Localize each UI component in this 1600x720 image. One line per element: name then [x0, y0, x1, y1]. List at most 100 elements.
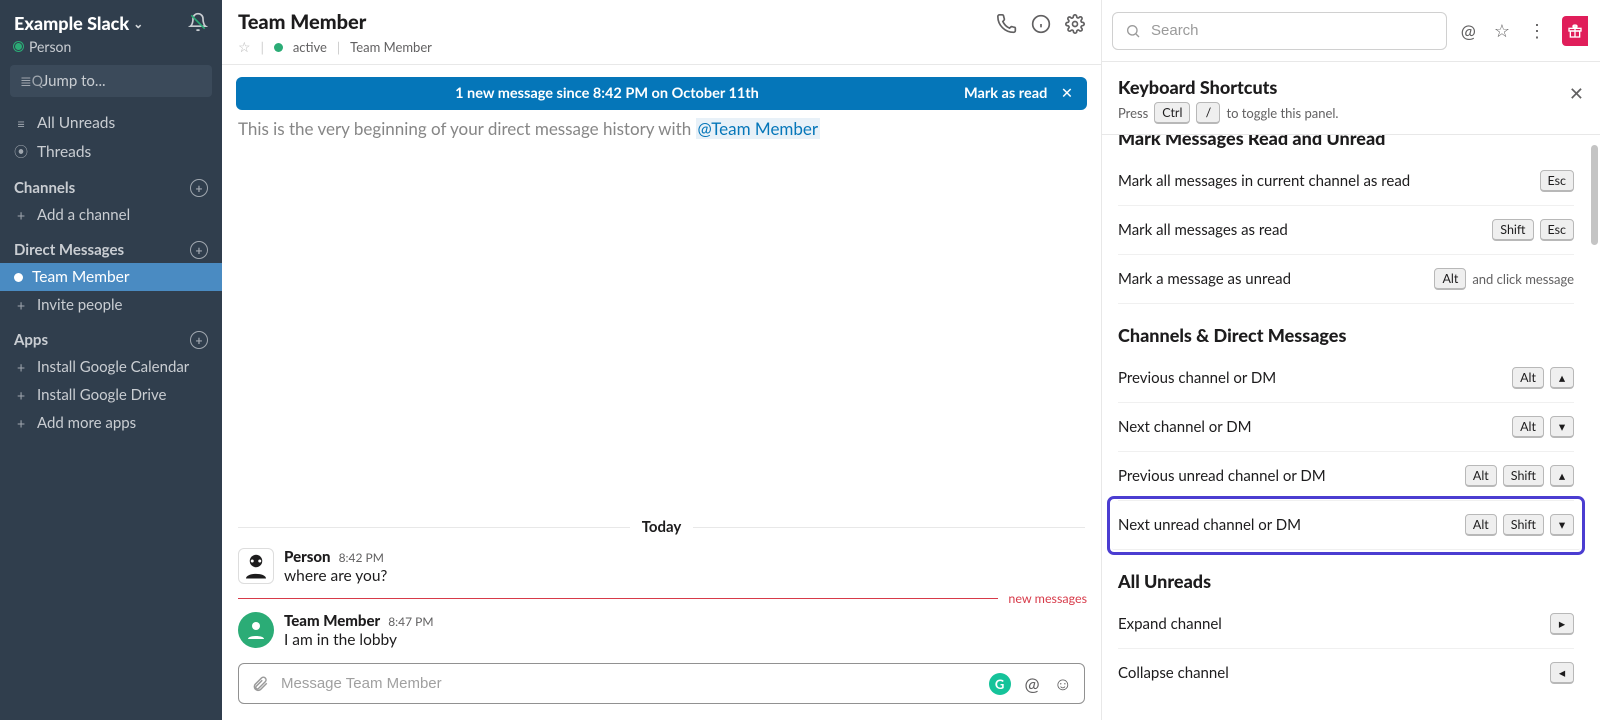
- current-user[interactable]: Person: [14, 38, 143, 55]
- key: Esc: [1540, 170, 1575, 192]
- key: Alt: [1512, 416, 1544, 438]
- key: Alt: [1512, 367, 1544, 389]
- workspace-header: Example Slack ⌄ Person: [0, 0, 222, 65]
- avatar[interactable]: [238, 612, 274, 648]
- new-dm-icon[interactable]: +: [190, 241, 208, 259]
- shortcut-keys: Alt▴: [1512, 367, 1574, 389]
- conversation-subheader: ☆ | active | Team Member: [238, 38, 432, 56]
- mark-as-read-button[interactable]: Mark as read ✕: [964, 85, 1073, 102]
- message-author[interactable]: Person: [284, 548, 331, 566]
- app-item-label: Install Google Drive: [37, 386, 166, 404]
- attach-icon[interactable]: [251, 675, 269, 693]
- app-item-add-more[interactable]: + Add more apps: [0, 409, 222, 437]
- message-input[interactable]: [281, 675, 977, 692]
- key: ▾: [1550, 416, 1574, 438]
- shortcuts-sub-prefix: Press: [1118, 105, 1148, 121]
- add-app-icon[interactable]: +: [190, 331, 208, 349]
- mention-icon[interactable]: @: [1025, 673, 1040, 695]
- emoji-icon[interactable]: ☺: [1054, 672, 1072, 695]
- workspace-switcher[interactable]: Example Slack ⌄: [14, 12, 143, 34]
- jump-icon: ≣Q: [20, 72, 34, 90]
- settings-gear-icon[interactable]: [1065, 14, 1085, 34]
- channels-header-label: Channels: [14, 179, 75, 197]
- message-row: Team Member 8:47 PM I am in the lobby: [222, 608, 1101, 653]
- chevron-down-icon: ⌄: [133, 16, 143, 31]
- apps-header-label: Apps: [14, 331, 48, 349]
- nav-all-unreads[interactable]: ≡ All Unreads: [0, 109, 222, 137]
- current-user-name: Person: [29, 38, 71, 55]
- more-menu-icon[interactable]: ⋮: [1524, 19, 1550, 42]
- add-a-channel[interactable]: + Add a channel: [0, 201, 222, 229]
- grammarly-icon[interactable]: G: [989, 673, 1011, 695]
- shortcut-label: Expand channel: [1118, 615, 1222, 633]
- conversation-beginning: This is the very beginning of your direc…: [222, 110, 1101, 139]
- app-item-google-drive[interactable]: + Install Google Drive: [0, 381, 222, 409]
- star-icon[interactable]: ☆: [1490, 19, 1514, 42]
- nav-all-unreads-label: All Unreads: [37, 114, 115, 132]
- key: Alt: [1434, 268, 1466, 290]
- right-column: @ ☆ ⋮ Keyboard Shortcuts Press Ctrl / to…: [1102, 0, 1600, 720]
- call-icon[interactable]: [997, 14, 1017, 34]
- nav-threads[interactable]: ⦿ Threads: [0, 137, 222, 167]
- channels-header[interactable]: Channels +: [0, 167, 222, 201]
- notifications-bell-icon[interactable]: [188, 12, 208, 32]
- message-text: where are you?: [284, 567, 387, 585]
- app-item-label: Add more apps: [37, 414, 136, 432]
- close-icon[interactable]: ✕: [1061, 85, 1073, 102]
- invite-people[interactable]: + Invite people: [0, 291, 222, 319]
- info-icon[interactable]: [1031, 14, 1051, 34]
- add-channel-icon[interactable]: +: [190, 179, 208, 197]
- shortcut-suffix: and click message: [1472, 271, 1574, 287]
- shortcuts-panel-body: Mark Messages Read and UnreadMark all me…: [1102, 135, 1600, 720]
- left-sidebar: Example Slack ⌄ Person ≣Q Jump to... ≡ A…: [0, 0, 222, 720]
- global-search[interactable]: [1112, 12, 1447, 50]
- shortcut-row: Mark a message as unread Alt and click mes…: [1118, 255, 1574, 304]
- search-input[interactable]: [1151, 22, 1434, 39]
- plus-icon: +: [14, 359, 28, 376]
- shortcut-label: Previous channel or DM: [1118, 369, 1276, 387]
- all-unreads-icon: ≡: [14, 115, 28, 132]
- shortcuts-section-title: Channels & Direct Messages: [1118, 324, 1574, 346]
- shortcut-keys: ShiftEsc: [1492, 219, 1574, 241]
- message-row: Person 8:42 PM where are you?: [222, 544, 1101, 589]
- close-panel-button[interactable]: ✕: [1569, 76, 1584, 105]
- mentions-icon[interactable]: @: [1457, 20, 1480, 42]
- unread-banner: 1 new message since 8:42 PM on October 1…: [236, 77, 1087, 110]
- shortcut-keys: ◂: [1550, 662, 1574, 684]
- shortcut-keys: Alt and click message: [1434, 268, 1574, 290]
- shortcut-label: Mark all messages as read: [1118, 221, 1288, 239]
- star-icon[interactable]: ☆: [238, 38, 251, 56]
- search-icon: [1125, 23, 1141, 39]
- avatar[interactable]: [238, 548, 274, 584]
- shortcut-label: Previous unread channel or DM: [1118, 467, 1326, 485]
- plus-icon: +: [14, 297, 28, 314]
- message-timestamp: 8:42 PM: [339, 550, 384, 565]
- shortcuts-subtitle: Press Ctrl / to toggle this panel.: [1118, 102, 1338, 124]
- key: Alt: [1465, 514, 1497, 536]
- scrollbar-thumb[interactable]: [1591, 145, 1598, 245]
- key: ▾: [1550, 514, 1574, 536]
- conversation-header: Team Member ☆ | active | Team Member: [222, 0, 1101, 65]
- shortcut-label: Mark all messages in current channel as …: [1118, 172, 1410, 190]
- conversation-title: Team Member: [238, 10, 432, 34]
- direct-messages-header[interactable]: Direct Messages +: [0, 229, 222, 263]
- whats-new-gift-icon[interactable]: [1562, 16, 1588, 46]
- presence-active-icon: [274, 43, 283, 52]
- plus-icon: +: [14, 415, 28, 432]
- jump-to[interactable]: ≣Q Jump to...: [10, 65, 212, 97]
- message-list: 1 new message since 8:42 PM on October 1…: [222, 65, 1101, 720]
- shortcut-row: Previous unread channel or DMAltShift▴: [1118, 452, 1574, 501]
- key: ▸: [1550, 613, 1574, 635]
- key: Shift: [1503, 514, 1544, 536]
- threads-icon: ⦿: [14, 142, 28, 162]
- apps-header[interactable]: Apps +: [0, 319, 222, 353]
- presence-active-icon: [14, 273, 23, 282]
- app-item-google-calendar[interactable]: + Install Google Calendar: [0, 353, 222, 381]
- message-author[interactable]: Team Member: [284, 612, 380, 630]
- dm-item-team-member[interactable]: Team Member: [0, 263, 222, 291]
- message-composer[interactable]: G @ ☺: [238, 663, 1085, 704]
- shortcut-label: Mark a message as unread: [1118, 270, 1291, 288]
- mention-link[interactable]: @Team Member: [696, 118, 821, 139]
- plus-icon: +: [14, 207, 28, 224]
- key-slash: /: [1196, 102, 1220, 124]
